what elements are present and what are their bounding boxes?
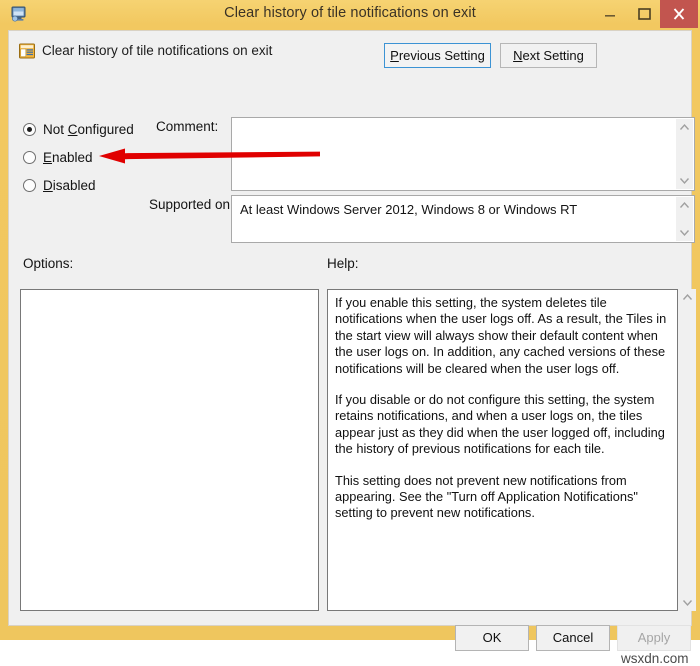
radio-disabled-label: Disabled bbox=[43, 177, 96, 195]
comment-input[interactable] bbox=[231, 117, 695, 191]
radio-dis-post: isabled bbox=[52, 178, 96, 193]
watermark: wsxdn.com bbox=[621, 651, 689, 666]
radio-nc-accel: C bbox=[67, 122, 78, 137]
supported-on-label: Supported on: bbox=[149, 197, 234, 212]
previous-setting-button[interactable]: Previous Setting bbox=[384, 43, 491, 68]
help-paragraph: If you disable or do not configure this … bbox=[335, 392, 665, 457]
comment-scrollbar[interactable] bbox=[676, 119, 693, 189]
radio-nc-post: onfigured bbox=[77, 122, 134, 137]
radio-not-configured-label: Not Configured bbox=[43, 121, 134, 139]
scroll-down-icon[interactable] bbox=[676, 224, 693, 241]
help-paragraph: If you enable this setting, the system d… bbox=[335, 295, 667, 376]
radio-enabled-mark bbox=[23, 151, 36, 164]
scroll-up-icon[interactable] bbox=[679, 289, 696, 306]
previous-setting-label: revious Setting bbox=[398, 48, 485, 63]
scroll-up-icon[interactable] bbox=[676, 197, 693, 214]
title-bar: Clear history of tile notifications on e… bbox=[0, 0, 700, 30]
apply-button: Apply bbox=[617, 625, 691, 651]
next-setting-button[interactable]: Next Setting bbox=[500, 43, 597, 68]
help-label: Help: bbox=[327, 256, 359, 271]
maximize-button[interactable] bbox=[628, 0, 660, 28]
next-setting-label: ext Setting bbox=[522, 48, 584, 63]
cancel-button[interactable]: Cancel bbox=[536, 625, 610, 651]
close-button[interactable] bbox=[660, 0, 698, 28]
minimize-icon bbox=[605, 15, 615, 17]
radio-disabled-mark bbox=[23, 179, 36, 192]
dialog-window: Clear history of tile notifications on e… bbox=[0, 0, 700, 666]
radio-not-configured-mark bbox=[23, 123, 36, 136]
help-scrollbar[interactable] bbox=[679, 289, 696, 611]
radio-en-accel: E bbox=[43, 150, 53, 165]
supported-on-field: At least Windows Server 2012, Windows 8 … bbox=[231, 195, 695, 243]
scroll-down-icon[interactable] bbox=[676, 172, 693, 189]
maximize-icon bbox=[638, 8, 651, 20]
help-text: If you enable this setting, the system d… bbox=[335, 295, 669, 537]
radio-enabled-label: Enabled bbox=[43, 149, 93, 167]
help-paragraph: This setting does not prevent new notifi… bbox=[335, 472, 638, 521]
dialog-client-area: Clear history of tile notifications on e… bbox=[8, 30, 696, 666]
radio-nc-pre: Not bbox=[43, 122, 68, 137]
comment-label: Comment: bbox=[156, 119, 219, 134]
ok-button[interactable]: OK bbox=[455, 625, 529, 651]
setting-title: Clear history of tile notifications on e… bbox=[42, 43, 273, 58]
supported-on-value: At least Windows Server 2012, Windows 8 … bbox=[240, 202, 578, 217]
help-panel: If you enable this setting, the system d… bbox=[327, 289, 678, 611]
policy-setting-icon bbox=[19, 43, 35, 59]
radio-en-post: nabled bbox=[52, 150, 93, 165]
close-icon bbox=[673, 8, 685, 20]
scroll-down-icon[interactable] bbox=[679, 594, 696, 611]
previous-setting-accel: P bbox=[390, 48, 399, 63]
minimize-button[interactable] bbox=[594, 0, 626, 28]
radio-dis-accel: D bbox=[43, 178, 53, 193]
scroll-up-icon[interactable] bbox=[676, 119, 693, 136]
options-label: Options: bbox=[23, 256, 74, 271]
supported-on-scrollbar[interactable] bbox=[676, 197, 693, 241]
options-panel[interactable] bbox=[20, 289, 319, 611]
